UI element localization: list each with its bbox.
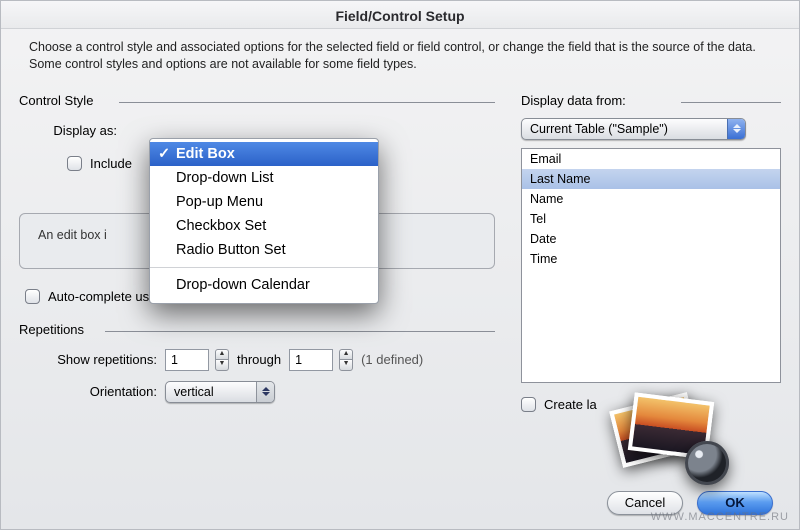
- defined-label: (1 defined): [361, 352, 423, 367]
- display-as-label: Display as:: [37, 123, 117, 138]
- lens-icon: [685, 441, 729, 485]
- display-as-dropdown[interactable]: Edit BoxDrop-down ListPop-up MenuCheckbo…: [149, 138, 379, 304]
- control-style-heading: Control Style: [19, 93, 495, 110]
- watermark-text: WWW.MACCENTRE.RU: [651, 511, 789, 523]
- field-list-item[interactable]: Date: [522, 229, 780, 249]
- repetitions-from-stepper[interactable]: ▲▼: [215, 349, 229, 371]
- display-as-option[interactable]: Drop-down List: [150, 166, 378, 190]
- include-label: Include: [90, 156, 132, 171]
- create-checkbox[interactable]: [521, 397, 536, 412]
- display-as-option[interactable]: Radio Button Set: [150, 238, 378, 262]
- display-data-heading: Display data from:: [521, 93, 781, 110]
- dialog-window: Field/Control Setup Choose a control sty…: [0, 0, 800, 530]
- display-as-option[interactable]: Checkbox Set: [150, 214, 378, 238]
- menu-separator: [150, 267, 378, 268]
- field-list-item[interactable]: Tel: [522, 209, 780, 229]
- display-as-option[interactable]: Drop-down Calendar: [150, 273, 378, 297]
- create-label: Create la: [544, 397, 597, 412]
- repetitions-to-stepper[interactable]: ▲▼: [339, 349, 353, 371]
- repetitions-from-input[interactable]: [165, 349, 209, 371]
- field-list-item[interactable]: Last Name: [522, 169, 780, 189]
- field-list-item[interactable]: Email: [522, 149, 780, 169]
- intro-text: Choose a control style and associated op…: [1, 29, 799, 77]
- auto-complete-checkbox[interactable]: [25, 289, 40, 304]
- repetitions-heading: Repetitions: [19, 322, 495, 339]
- repetitions-to-input[interactable]: [289, 349, 333, 371]
- through-label: through: [237, 352, 281, 367]
- field-list-item[interactable]: Name: [522, 189, 780, 209]
- dialog-title: Field/Control Setup: [1, 1, 799, 29]
- field-listbox[interactable]: EmailLast NameNameTelDateTime: [521, 148, 781, 383]
- data-source-popup[interactable]: Current Table ("Sample"): [521, 118, 746, 140]
- include-checkbox[interactable]: [67, 156, 82, 171]
- field-list-item[interactable]: Time: [522, 249, 780, 269]
- display-as-option[interactable]: Pop-up Menu: [150, 190, 378, 214]
- orientation-label: Orientation:: [27, 384, 157, 399]
- display-as-option[interactable]: Edit Box: [150, 142, 378, 166]
- show-repetitions-label: Show repetitions:: [27, 352, 157, 367]
- orientation-popup[interactable]: vertical: [165, 381, 275, 403]
